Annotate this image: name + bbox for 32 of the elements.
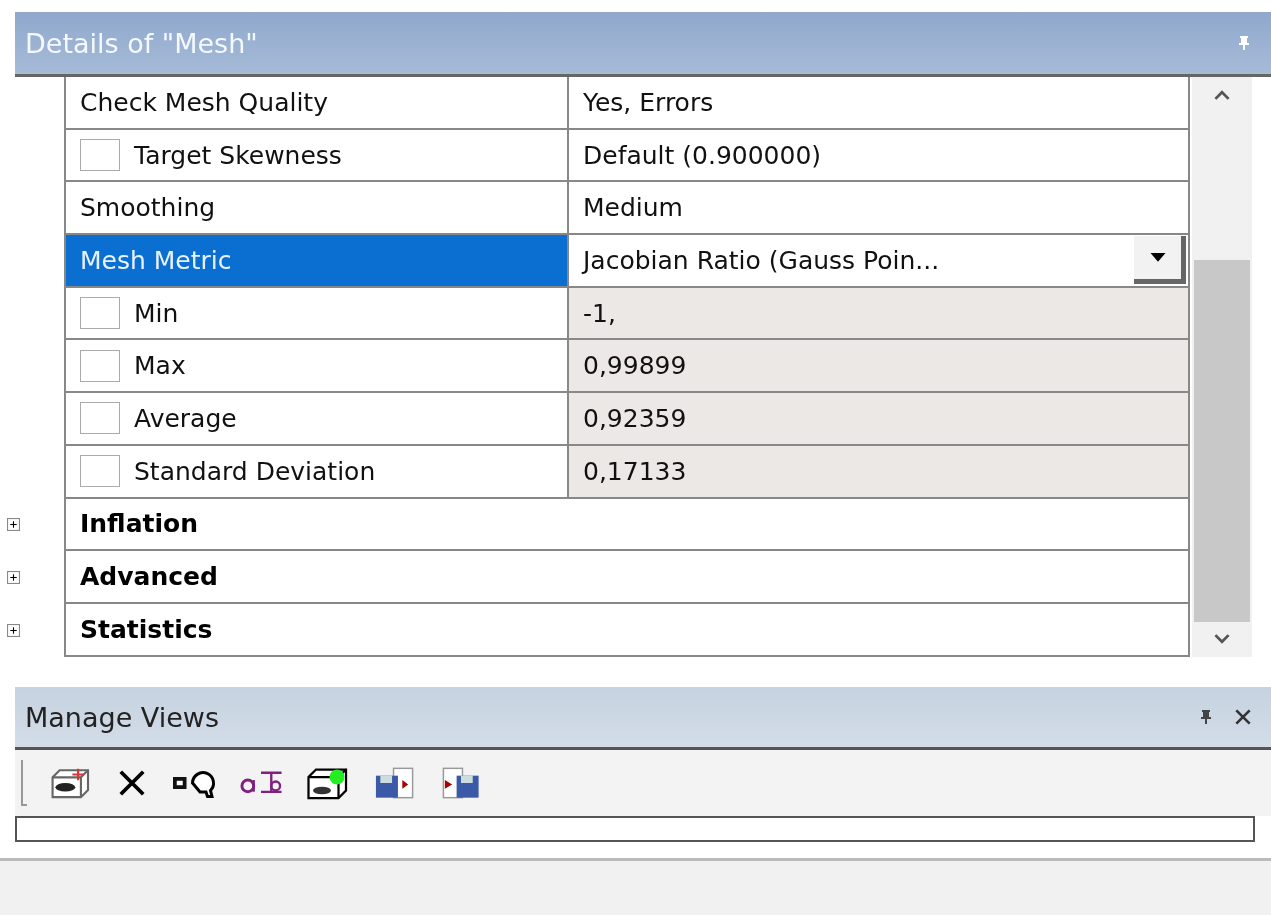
expand-icon[interactable]: [6, 623, 20, 637]
property-value: Default (0.900000): [583, 140, 822, 170]
checkbox[interactable]: [80, 349, 120, 382]
scrollbar-thumb[interactable]: [1194, 259, 1250, 622]
property-value: Medium: [583, 193, 683, 223]
checkbox[interactable]: [80, 139, 120, 172]
property-value: -1,: [583, 298, 616, 328]
property-label[interactable]: Mesh Metric: [66, 235, 569, 286]
checkbox[interactable]: [80, 402, 120, 435]
property-value: 0,99899: [583, 351, 687, 381]
square-and-head-icon[interactable]: [171, 768, 217, 798]
input-field[interactable]: [15, 816, 1255, 842]
group-row[interactable]: Inflation: [66, 498, 1190, 552]
scroll-up-icon[interactable]: [1213, 89, 1231, 100]
group-row[interactable]: Advanced: [66, 551, 1190, 604]
scrollbar[interactable]: [1192, 77, 1252, 657]
panel-title: Details of "Mesh": [25, 27, 258, 59]
expand-icon[interactable]: [6, 571, 20, 585]
expand-icon[interactable]: [6, 518, 20, 532]
panel-title: Manage Views: [25, 701, 220, 733]
property-value: Jacobian Ratio (Gauss Poin...: [583, 245, 940, 275]
dropdown-button[interactable]: [1134, 236, 1186, 285]
caret-icon: [1149, 252, 1166, 263]
checkbox[interactable]: [80, 455, 120, 488]
property-value: 0,17133: [583, 456, 687, 486]
checkbox[interactable]: [80, 297, 120, 330]
property-value: Yes, Errors: [583, 87, 714, 117]
group-row[interactable]: Statistics: [66, 603, 1190, 657]
pin-icon[interactable]: [1199, 709, 1213, 725]
property-value: 0,92359: [583, 403, 687, 433]
scroll-down-icon[interactable]: [1213, 634, 1231, 645]
close-icon[interactable]: [1235, 709, 1251, 725]
